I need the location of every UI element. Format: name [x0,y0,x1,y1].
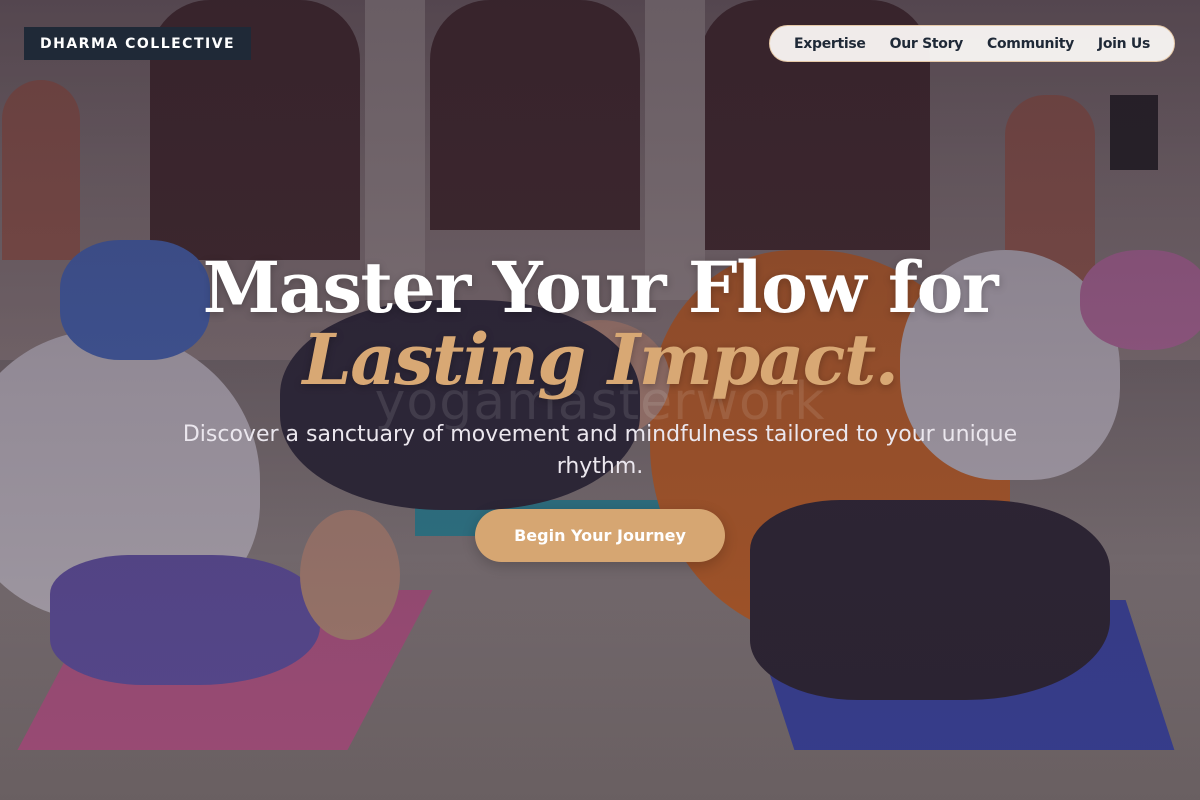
begin-journey-button[interactable]: Begin Your Journey [475,509,725,562]
hero-subtitle: Discover a sanctuary of movement and min… [182,422,1018,479]
main-nav: Expertise Our Story Community Join Us [768,25,1175,62]
nav-link-our-story[interactable]: Our Story [890,36,964,52]
nav-link-community[interactable]: Community [987,36,1074,52]
nav-link-expertise[interactable]: Expertise [794,36,866,52]
nav-link-join-us[interactable]: Join Us [1098,36,1150,52]
hero-headline-accent: Lasting Impact. [302,318,899,401]
hero-headline-main: Master Your Flow for [202,246,999,329]
brand-logo[interactable]: DHARMA COLLECTIVE [24,27,252,60]
hero-headline: Master Your Flow for Lasting Impact. [0,252,1200,396]
